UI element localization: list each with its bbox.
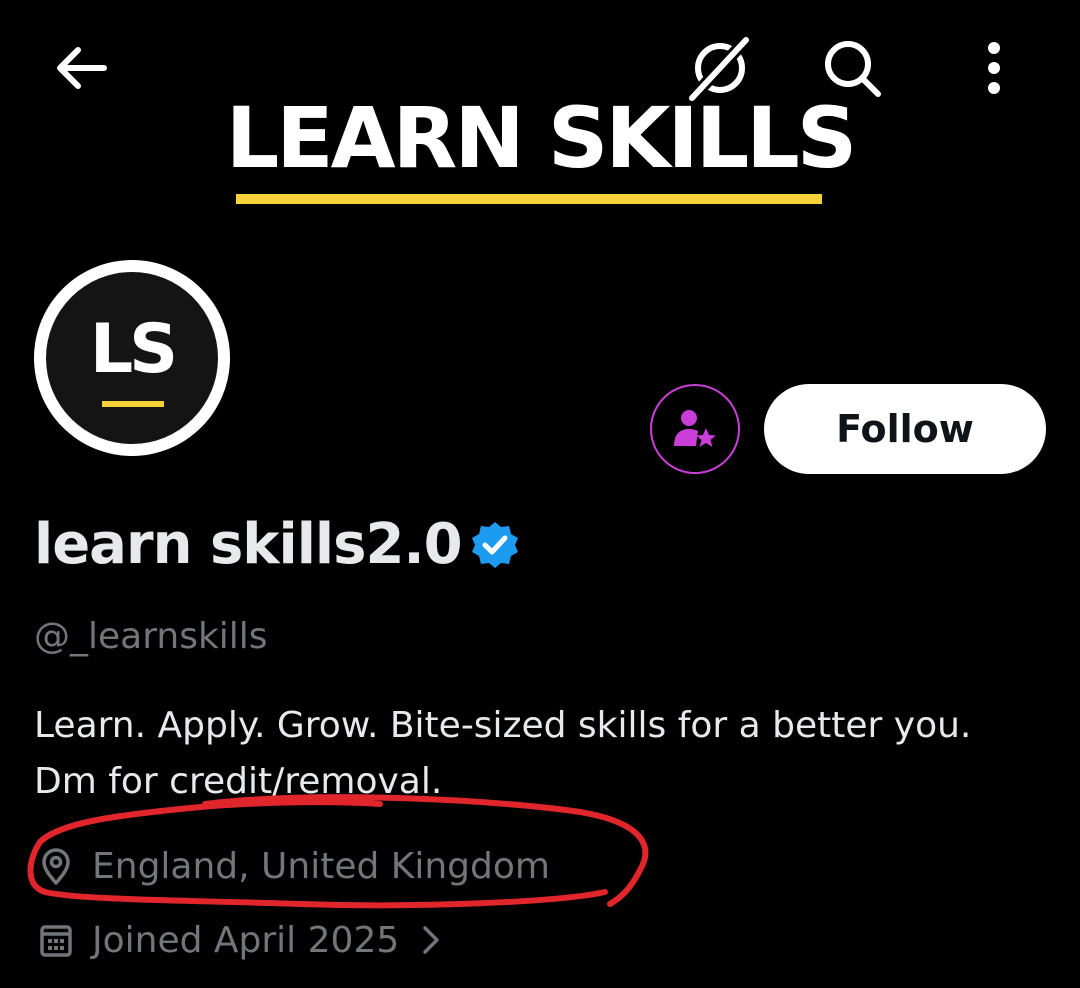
display-name: learn skills2.0 [34, 512, 463, 577]
back-button[interactable] [40, 28, 120, 108]
avatar-logo: LS [46, 272, 218, 444]
profile-banner[interactable]: LEARN SKILLS [0, 0, 1080, 262]
search-icon [825, 41, 881, 97]
more-button[interactable] [954, 28, 1034, 108]
arrow-left-icon [57, 47, 107, 89]
profile-location: England, United Kingdom [34, 838, 550, 894]
banner-underline [236, 194, 822, 204]
profile-joined-date[interactable]: Joined April 2025 [34, 912, 441, 968]
bio-line: Dm for credit/removal. [34, 761, 443, 802]
location-pin-icon [34, 844, 78, 888]
user-handle: @_learnskills [34, 616, 268, 657]
grok-button[interactable] [678, 28, 758, 108]
banner-title: LEARN SKILLS [225, 89, 858, 187]
follow-button[interactable]: Follow [764, 384, 1046, 474]
chevron-right-icon [421, 924, 441, 956]
more-vertical-icon [988, 42, 1000, 94]
avatar-logo-underline [102, 401, 164, 407]
avatar-logo-text: LS [89, 310, 178, 389]
bio-line: Learn. Apply. Grow. Bite-sized skills fo… [34, 705, 972, 746]
calendar-icon [34, 918, 78, 962]
grok-icon [687, 35, 751, 103]
location-text: England, United Kingdom [92, 845, 550, 887]
verified-badge-icon[interactable] [470, 520, 520, 570]
subscribe-button[interactable] [650, 384, 740, 474]
avatar[interactable]: LS [34, 260, 230, 456]
profile-bio: Learn. Apply. Grow. Bite-sized skills fo… [34, 698, 1054, 810]
joined-text: Joined April 2025 [92, 919, 400, 961]
subscribe-star-person-icon [674, 410, 716, 447]
search-button[interactable] [812, 28, 892, 108]
